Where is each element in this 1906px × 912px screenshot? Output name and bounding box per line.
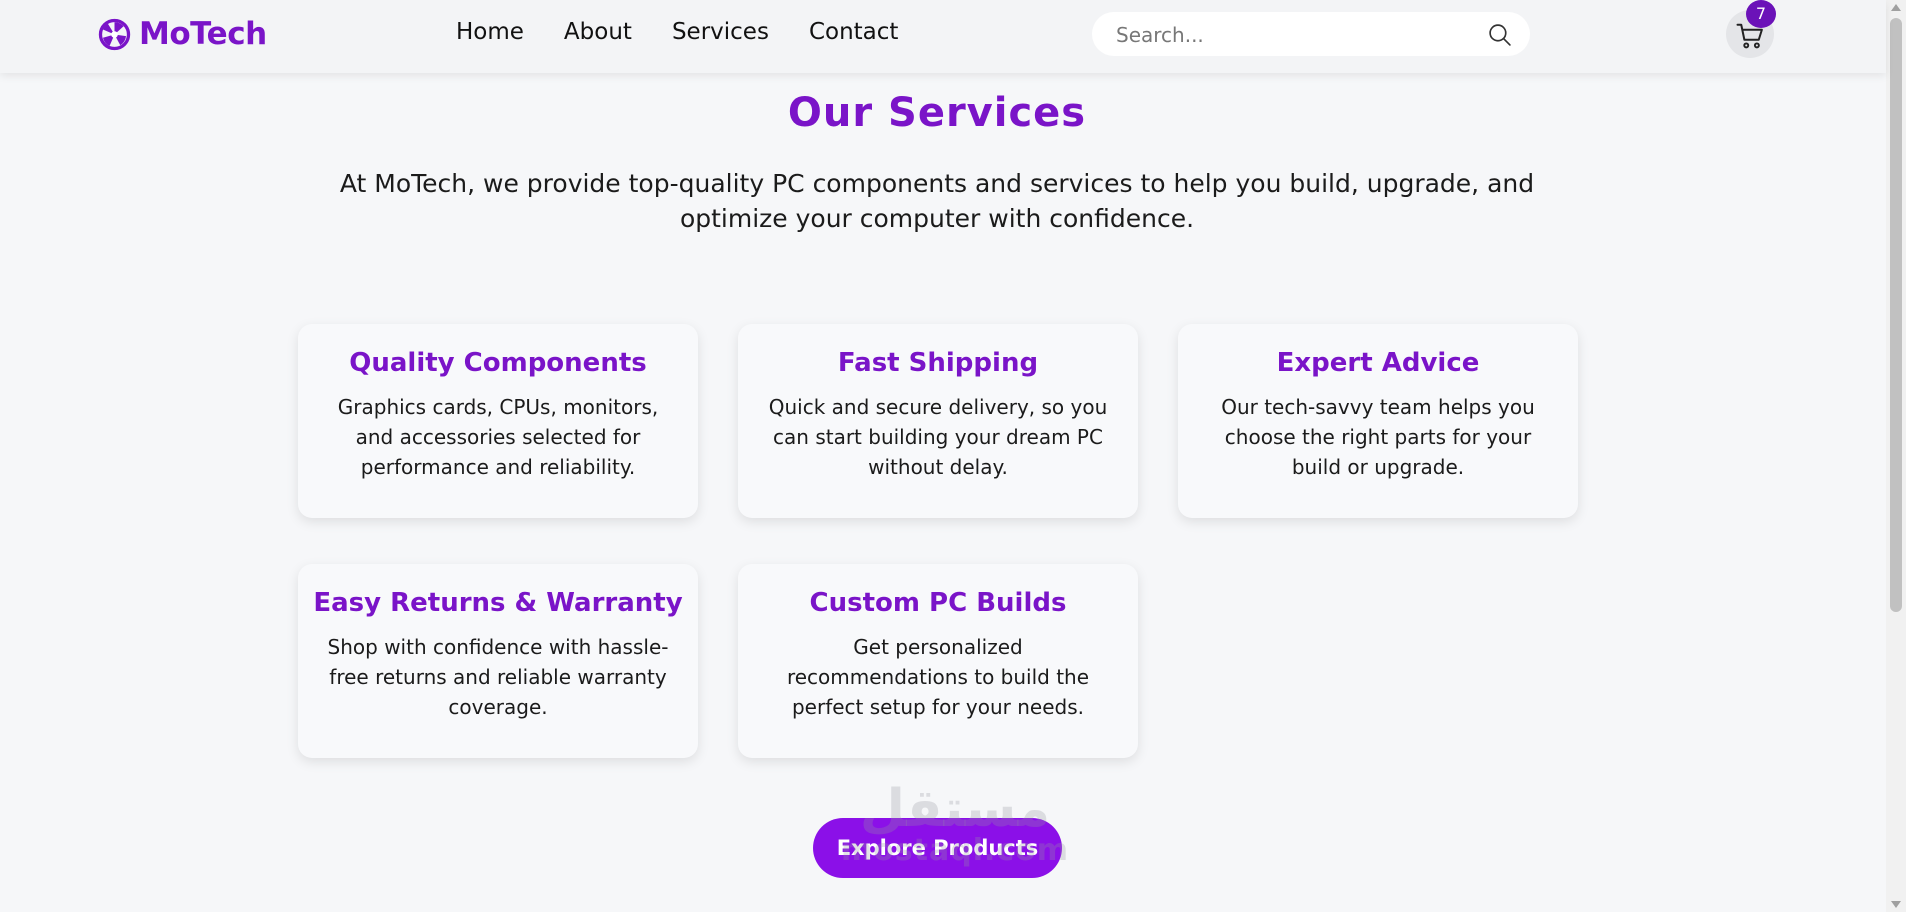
card-text: Graphics cards, CPUs, monitors, and acce… [337,395,659,479]
card-title: Expert Advice [1276,348,1480,378]
scroll-down-arrow-icon[interactable] [1891,901,1901,908]
logo-text: MoTech [139,16,267,52]
nav-contact[interactable]: Contact [809,19,898,45]
service-card-custom-builds: Custom PC Builds Get personalized recomm… [738,564,1138,758]
service-card-fast-shipping: Fast Shipping Quick and secure delivery,… [738,324,1138,518]
card-title: Easy Returns & Warranty [313,588,683,618]
site-header: MoTech Home About Services Contact 7 [0,0,1886,73]
card-text: Our tech-savvy team helps you choose the… [1221,395,1535,479]
search-icon[interactable] [1487,22,1512,47]
logo-icon [98,18,131,50]
nav-services[interactable]: Services [672,19,769,45]
explore-products-button[interactable]: Explore Products [813,818,1062,878]
card-text: Get personalized recommendations to buil… [786,635,1090,719]
vertical-scrollbar[interactable] [1886,0,1906,912]
nav-about[interactable]: About [564,19,632,45]
search-input[interactable] [1114,12,1478,58]
service-card-expert-advice: Expert Advice Our tech-savvy team helps … [1178,324,1578,518]
search-box [1092,12,1530,58]
logo[interactable]: MoTech [98,16,267,52]
service-card-easy-returns: Easy Returns & Warranty Shop with confid… [298,564,698,758]
scroll-thumb[interactable] [1890,18,1902,612]
card-title: Fast Shipping [837,348,1039,378]
main-nav: Home About Services Contact [456,19,898,45]
card-title: Quality Components [349,348,647,378]
card-text: Shop with confidence with hassle-free re… [327,635,669,719]
scroll-up-arrow-icon[interactable] [1891,4,1901,11]
intro-text: At MoTech, we provide top-quality PC com… [339,169,1535,233]
card-text: Quick and secure delivery, so you can st… [768,395,1108,479]
service-card-quality-components: Quality Components Graphics cards, CPUs,… [298,324,698,518]
cart-count-badge: 7 [1746,0,1776,28]
card-title: Custom PC Builds [809,588,1067,618]
page-title: Our Services [787,90,1087,136]
nav-home[interactable]: Home [456,19,524,45]
